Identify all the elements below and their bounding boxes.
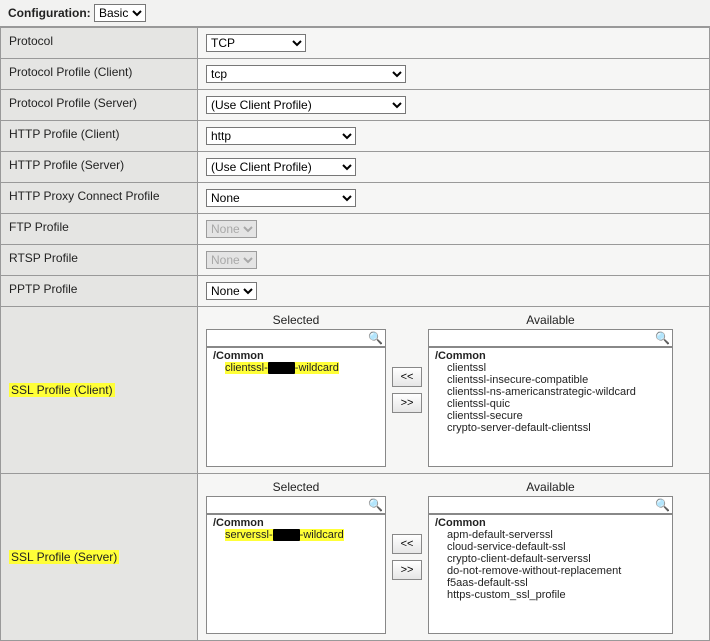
move-right-button[interactable]: >>: [392, 393, 422, 413]
ssl-server-selected-search[interactable]: [206, 496, 386, 514]
list-item[interactable]: cloud-service-default-ssl: [429, 541, 672, 553]
config-select[interactable]: Basic: [94, 4, 146, 22]
list-item[interactable]: apm-default-serverssl: [429, 529, 672, 541]
pprof-server-select[interactable]: (Use Client Profile): [206, 96, 406, 114]
ssl-server-available-header: Available: [526, 480, 574, 494]
config-label: Configuration:: [8, 6, 91, 20]
protocol-label: Protocol: [1, 28, 198, 59]
list-item[interactable]: clientssl-ns-americanstrategic-wildcard: [429, 386, 672, 398]
http-client-select[interactable]: http: [206, 127, 356, 145]
list-item[interactable]: crypto-client-default-serverssl: [429, 553, 672, 565]
ssl-client-available-list[interactable]: /Common clientssl clientssl-insecure-com…: [428, 347, 673, 467]
list-item[interactable]: do-not-remove-without-replacement: [429, 565, 672, 577]
ssl-client-available-search[interactable]: [428, 329, 673, 347]
list-item[interactable]: clientssl: [429, 362, 672, 374]
http-server-label: HTTP Profile (Server): [1, 152, 198, 183]
pprof-server-label: Protocol Profile (Server): [1, 90, 198, 121]
ssl-server-available-list[interactable]: /Common apm-default-serverssl cloud-serv…: [428, 514, 673, 634]
pptp-select[interactable]: None: [206, 282, 257, 300]
list-item[interactable]: clientssl-secure: [429, 410, 672, 422]
ssl-client-label: SSL Profile (Client): [9, 383, 115, 397]
list-item[interactable]: crypto-server-default-clientssl: [429, 422, 672, 434]
list-item[interactable]: https-custom_ssl_profile: [429, 589, 672, 601]
move-left-button[interactable]: <<: [392, 534, 422, 554]
ssl-client-selected-header: Selected: [273, 313, 320, 327]
ftp-label: FTP Profile: [1, 214, 198, 245]
list-item[interactable]: clientssl-quic: [429, 398, 672, 410]
list-item[interactable]: f5aas-default-ssl: [429, 577, 672, 589]
move-left-button[interactable]: <<: [392, 367, 422, 387]
protocol-select[interactable]: TCP: [206, 34, 306, 52]
ssl-client-available-header: Available: [526, 313, 574, 327]
list-item[interactable]: clientssl-insecure-compatible: [429, 374, 672, 386]
rtsp-label: RTSP Profile: [1, 245, 198, 276]
list-item[interactable]: clientssl-xx-wildcard: [207, 362, 385, 374]
ssl-client-selected-list[interactable]: /Common clientssl-xx-wildcard: [206, 347, 386, 467]
move-right-button[interactable]: >>: [392, 560, 422, 580]
ssl-client-selected-search[interactable]: [206, 329, 386, 347]
ssl-server-selected-list[interactable]: /Common serverssl-xx-wildcard: [206, 514, 386, 634]
pprof-client-label: Protocol Profile (Client): [1, 59, 198, 90]
ssl-server-selected-header: Selected: [273, 480, 320, 494]
ssl-server-available-search[interactable]: [428, 496, 673, 514]
pprof-client-select[interactable]: tcp: [206, 65, 406, 83]
http-proxy-label: HTTP Proxy Connect Profile: [1, 183, 198, 214]
http-server-select[interactable]: (Use Client Profile): [206, 158, 356, 176]
http-client-label: HTTP Profile (Client): [1, 121, 198, 152]
config-table: Protocol TCP Protocol Profile (Client) t…: [0, 27, 710, 641]
list-item[interactable]: serverssl-xx-wildcard: [207, 529, 385, 541]
rtsp-select: None: [206, 251, 257, 269]
config-bar: Configuration: Basic: [0, 0, 710, 27]
ftp-select: None: [206, 220, 257, 238]
pptp-label: PPTP Profile: [1, 276, 198, 307]
http-proxy-select[interactable]: None: [206, 189, 356, 207]
ssl-server-label: SSL Profile (Server): [9, 550, 119, 564]
